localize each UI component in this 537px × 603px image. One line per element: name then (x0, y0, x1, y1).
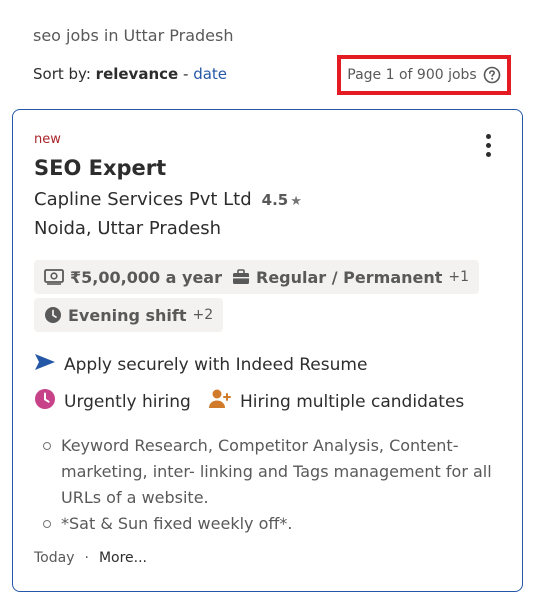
shift-more: +2 (192, 307, 214, 323)
company-name: Capline Services Pvt Ltd (34, 189, 252, 210)
more-link[interactable]: More... (99, 550, 147, 566)
new-badge: new (34, 132, 61, 147)
posted-date: Today (34, 550, 75, 566)
sort-row: Sort by: relevance - date (33, 65, 227, 83)
footer-separator: · (84, 550, 89, 566)
job-type-chip: Regular / Permanent +1 (222, 260, 480, 294)
multi-hire-feature: Hiring multiple candidates (208, 388, 464, 415)
clock-icon (44, 306, 62, 324)
urgent-feature: Urgently hiring (34, 388, 191, 415)
job-location: Noida, Uttar Pradesh (34, 218, 222, 239)
sort-option-relevance: relevance (95, 65, 179, 83)
sort-label: Sort by: (33, 65, 91, 83)
job-title[interactable]: SEO Expert (34, 156, 166, 180)
shift-text: Evening shift (68, 305, 187, 325)
help-circle-icon[interactable] (483, 66, 501, 84)
job-snippet-list: Keyword Research, Competitor Analysis, C… (39, 433, 521, 537)
search-query-text: seo jobs in Uttar Pradesh (33, 26, 234, 45)
sort-separator: - (182, 65, 189, 83)
send-arrow-icon (34, 353, 56, 376)
company-row: Capline Services Pvt Ltd 4.5 ★ (34, 189, 302, 210)
salary-chip: ₹5,00,000 a year (34, 260, 232, 294)
money-icon (44, 269, 64, 285)
company-rating: 4.5 ★ (262, 191, 302, 209)
urgent-text: Urgently hiring (64, 391, 191, 412)
pagination-count: Page 1 of 900 jobs (337, 55, 511, 95)
apply-text: Apply securely with Indeed Resume (64, 354, 368, 375)
pagination-text: Page 1 of 900 jobs (347, 67, 477, 83)
star-icon: ★ (290, 193, 302, 209)
apply-feature: Apply securely with Indeed Resume (34, 353, 367, 376)
sort-option-date[interactable]: date (193, 65, 227, 83)
more-vertical-icon[interactable] (484, 134, 492, 160)
urgent-clock-icon (34, 388, 56, 415)
briefcase-icon (232, 269, 250, 285)
salary-text: ₹5,00,000 a year (70, 267, 222, 287)
add-person-icon (208, 388, 232, 415)
rating-value: 4.5 (261, 190, 289, 209)
shift-chip: Evening shift +2 (34, 298, 224, 332)
job-type-text: Regular / Permanent (256, 267, 443, 287)
job-type-more: +1 (448, 269, 470, 285)
job-snippet-item: *Sat & Sun fixed weekly off*. (43, 511, 521, 537)
multi-hire-text: Hiring multiple candidates (240, 391, 465, 412)
job-snippet-item: Keyword Research, Competitor Analysis, C… (43, 433, 521, 511)
job-card[interactable]: new SEO Expert Capline Services Pvt Ltd … (12, 109, 523, 592)
card-footer: Today · More... (34, 550, 147, 566)
